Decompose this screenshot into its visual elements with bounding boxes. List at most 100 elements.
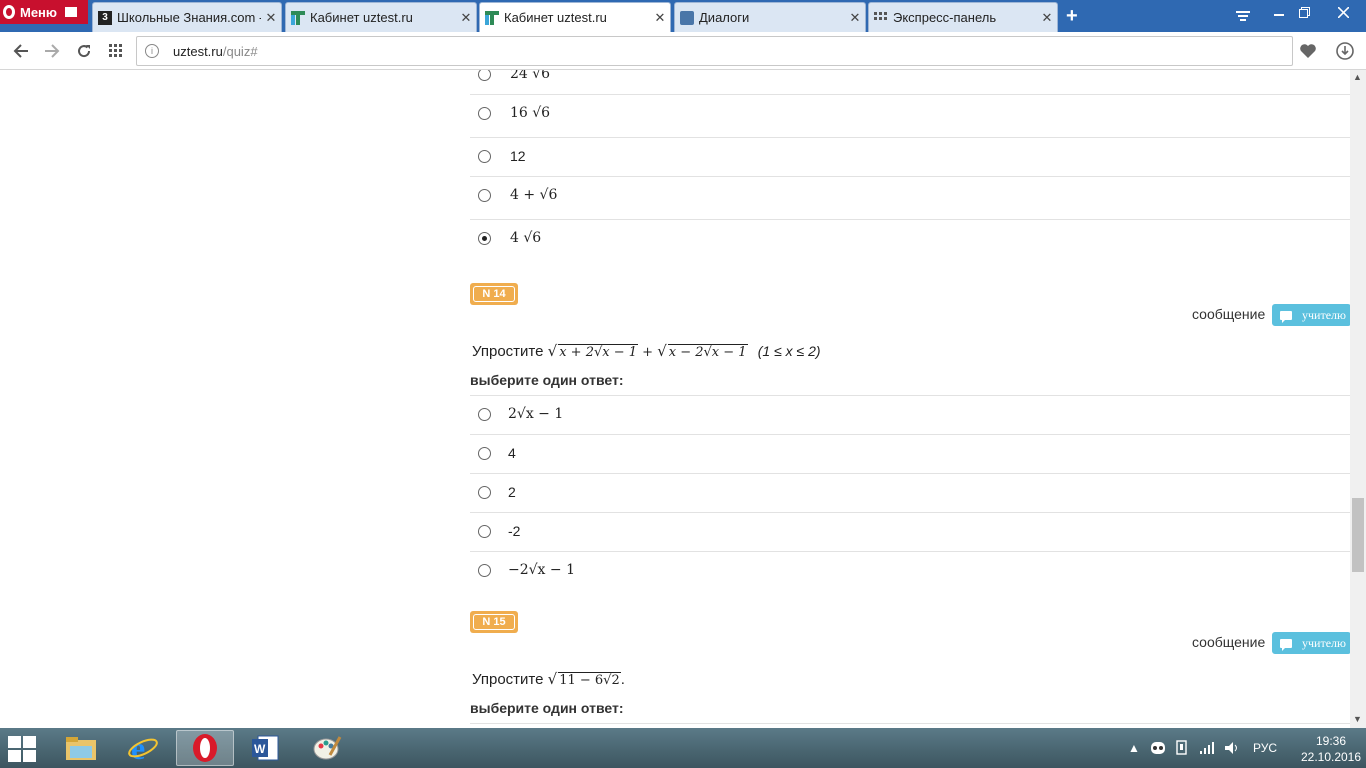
tab-shkolnye-znaniya[interactable]: 3 Школьные Знания.com - З ✕	[92, 2, 282, 32]
microsoft-word-icon[interactable]: W	[236, 730, 294, 766]
radio-button[interactable]	[478, 70, 491, 81]
file-explorer-icon[interactable]	[52, 730, 110, 766]
opera-taskbar-icon[interactable]	[176, 730, 234, 766]
answer-text: 2	[508, 484, 516, 500]
svg-text:W: W	[254, 742, 266, 756]
close-tab-icon[interactable]: ✕	[845, 10, 865, 26]
plus-sign: +	[642, 345, 654, 360]
forward-arrow-icon[interactable]	[40, 39, 64, 63]
system-clock[interactable]: 19:36 22.10.2016	[1296, 733, 1366, 765]
vertical-scrollbar[interactable]: ▲ ▼	[1350, 70, 1366, 728]
tab-title: Кабинет uztest.ru	[310, 10, 413, 25]
close-tab-icon[interactable]: ✕	[456, 10, 476, 26]
tab-menu-icon[interactable]	[1230, 4, 1256, 28]
answer-option[interactable]: 2√x − 1	[470, 395, 1350, 435]
tab-title: Экспресс-панель	[893, 10, 997, 25]
opera-logo-icon	[3, 5, 15, 19]
minimize-icon[interactable]	[1268, 0, 1290, 24]
answer-text: 12	[510, 148, 526, 164]
close-window-icon[interactable]	[1320, 0, 1366, 24]
tab-kabinet-1[interactable]: Кабинет uztest.ru ✕	[285, 2, 477, 32]
root-sign-icon: √	[547, 670, 558, 688]
question-number-badge: N 15	[470, 611, 518, 633]
tab-dialogi[interactable]: Диалоги ✕	[674, 2, 866, 32]
answer-text: -2	[508, 523, 521, 539]
close-tab-icon[interactable]: ✕	[1037, 10, 1057, 26]
radio-button[interactable]	[478, 486, 491, 499]
znaniya-favicon-icon: 3	[98, 10, 112, 25]
answer-text: 4	[508, 445, 516, 461]
answer-option[interactable]: 4	[470, 435, 1350, 474]
answer-option[interactable]: −2√x − 1	[470, 552, 1350, 591]
opera-menu-button[interactable]: Меню	[0, 0, 88, 24]
restore-icon[interactable]	[1293, 0, 1315, 24]
expression-a: x + 2√x − 1	[558, 344, 639, 360]
clock-date: 22.10.2016	[1300, 750, 1362, 764]
answer-text: 4 √6	[510, 230, 542, 246]
choose-one-label: выберите один ответ:	[470, 372, 624, 388]
radio-button[interactable]	[478, 447, 491, 460]
radio-button[interactable]	[478, 564, 491, 577]
windows-start-icon[interactable]	[8, 736, 38, 762]
tab-title: Диалоги	[699, 10, 750, 25]
answer-option[interactable]: 12	[470, 138, 1350, 177]
windows-taskbar: e W ▲ РУС 19:36 22.10.2016	[0, 728, 1366, 768]
url-field[interactable]: i uztest.ru/quiz#	[136, 36, 1293, 66]
answer-option[interactable]: 16 √6	[470, 95, 1350, 138]
tab-express-panel[interactable]: Экспресс-панель ✕	[868, 2, 1058, 32]
reload-icon[interactable]	[72, 39, 96, 63]
volume-icon[interactable]	[1224, 728, 1240, 768]
show-hidden-icons[interactable]: ▲	[1128, 728, 1140, 768]
radio-button[interactable]	[478, 107, 491, 120]
question-condition: (1 ≤ x ≤ 2)	[757, 343, 821, 359]
heart-bookmark-icon[interactable]	[1296, 39, 1320, 63]
scrollbar-thumb[interactable]	[1352, 498, 1364, 572]
answer-option[interactable]: 24 √6	[470, 70, 1350, 95]
choose-one-label: выберите один ответ:	[470, 700, 624, 716]
answer-option[interactable]: 4 + √6	[470, 177, 1350, 220]
radio-button[interactable]	[478, 525, 491, 538]
uztest-favicon-icon	[485, 10, 499, 25]
uztest-favicon-icon	[291, 10, 305, 25]
answer-option[interactable]: 2	[470, 474, 1350, 513]
message-teacher-button[interactable]: учителю	[1272, 632, 1350, 654]
radio-button[interactable]	[478, 189, 491, 202]
answer-option[interactable]: -2	[470, 513, 1350, 552]
clock-time: 19:36	[1315, 734, 1347, 748]
site-info-icon[interactable]: i	[145, 44, 159, 58]
plus-icon[interactable]: +	[1066, 5, 1078, 28]
tab-kabinet-2[interactable]: Кабинет uztest.ru ✕	[479, 2, 671, 32]
radio-button[interactable]	[478, 150, 491, 163]
back-arrow-icon[interactable]	[9, 39, 33, 63]
radio-button-checked[interactable]	[478, 232, 491, 245]
download-icon[interactable]	[1333, 39, 1357, 63]
language-indicator[interactable]: РУС	[1253, 728, 1277, 768]
answer-option-selected[interactable]: 4 √6	[470, 220, 1350, 260]
speed-dial-icon[interactable]	[104, 39, 128, 63]
message-label: сообщение	[1192, 306, 1266, 322]
message-teacher-button[interactable]: учителю	[1272, 304, 1350, 326]
expression: 11 − 6√2	[558, 672, 621, 688]
network-signal-icon[interactable]	[1199, 728, 1215, 768]
internet-explorer-icon[interactable]: e	[114, 730, 172, 766]
answer-text: 2√x − 1	[508, 406, 564, 422]
menu-label: Меню	[20, 4, 58, 20]
device-tray-icon[interactable]	[1175, 728, 1189, 768]
tab-bar: Меню 3 Школьные Знания.com - З ✕ Кабинет…	[0, 0, 1366, 32]
scroll-down-arrow-icon[interactable]: ▼	[1353, 714, 1362, 724]
close-tab-icon[interactable]: ✕	[261, 10, 281, 26]
quiz-page: 24 √6 16 √6 12 4 + √6 4 √6 N 14 сообщени…	[0, 70, 1350, 728]
answer-text: 16 √6	[510, 105, 551, 121]
question-prompt: Упростите	[472, 671, 544, 688]
tab-title: Кабинет uztest.ru	[504, 10, 607, 25]
app-tray-icon[interactable]	[1150, 728, 1166, 768]
divider	[470, 723, 1350, 724]
root-sign-icon: √	[657, 342, 667, 360]
question-number-badge: N 14	[470, 283, 518, 305]
vk-dialogs-favicon-icon	[680, 10, 694, 25]
scroll-up-arrow-icon[interactable]: ▲	[1353, 72, 1362, 82]
close-tab-icon[interactable]: ✕	[650, 10, 670, 26]
root-sign-icon: √	[547, 342, 558, 360]
radio-button[interactable]	[478, 408, 491, 421]
paint-icon[interactable]	[298, 730, 356, 766]
